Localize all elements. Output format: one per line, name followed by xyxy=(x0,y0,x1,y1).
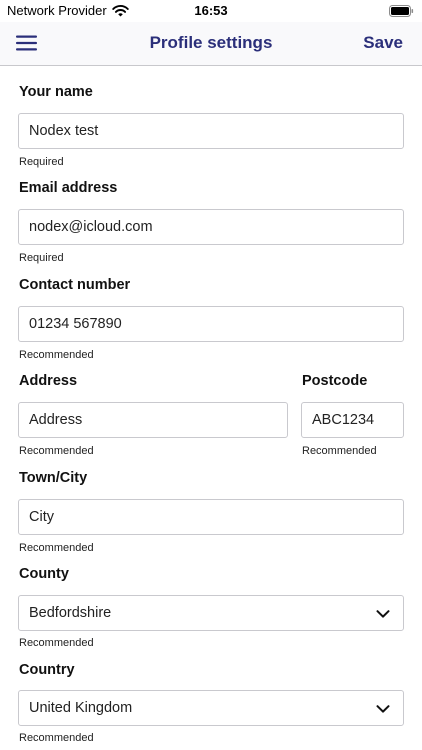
country-hint: Recommended xyxy=(19,732,94,744)
name-label: Your name xyxy=(19,84,93,100)
county-label: County xyxy=(19,566,69,582)
town-value: City xyxy=(29,509,54,525)
name-value: Nodex test xyxy=(29,123,99,139)
postcode-field[interactable]: ABC1234 xyxy=(301,402,404,438)
email-label: Email address xyxy=(19,180,118,196)
name-hint: Required xyxy=(19,156,64,168)
phone-value: 01234 567890 xyxy=(29,316,122,332)
battery-icon xyxy=(389,5,414,17)
address-label: Address xyxy=(19,373,78,389)
country-select[interactable]: United Kingdom xyxy=(18,690,404,726)
chevron-down-icon xyxy=(376,610,390,618)
name-field[interactable]: Nodex test xyxy=(18,113,404,149)
county-hint: Recommended xyxy=(19,637,94,649)
address-value: Address xyxy=(29,412,83,428)
save-button[interactable]: Save xyxy=(363,33,403,53)
chevron-down-icon xyxy=(376,705,390,713)
county-select[interactable]: Bedfordshire xyxy=(18,595,404,631)
email-field[interactable]: nodex@icloud.com xyxy=(18,209,404,245)
postcode-label: Postcode xyxy=(302,373,368,389)
country-label: Country xyxy=(19,662,75,678)
address-field[interactable]: Address xyxy=(18,402,288,438)
phone-hint: Recommended xyxy=(19,349,94,361)
status-bar: Network Provider 16:53 xyxy=(0,0,422,22)
nav-bar: Profile settings Save xyxy=(0,22,422,66)
phone-label: Contact number xyxy=(19,277,131,293)
country-value: United Kingdom xyxy=(29,700,133,716)
county-value: Bedfordshire xyxy=(29,605,112,621)
phone-field[interactable]: 01234 567890 xyxy=(18,306,404,342)
email-value: nodex@icloud.com xyxy=(29,219,153,235)
postcode-hint: Recommended xyxy=(302,445,377,457)
page-title: Profile settings xyxy=(149,33,273,52)
town-label: Town/City xyxy=(19,470,88,486)
status-time: 16:53 xyxy=(194,3,228,18)
address-hint: Recommended xyxy=(19,445,94,457)
town-field[interactable]: City xyxy=(18,499,404,535)
town-hint: Recommended xyxy=(19,542,94,554)
postcode-value: ABC1234 xyxy=(312,412,375,428)
email-hint: Required xyxy=(19,252,64,264)
